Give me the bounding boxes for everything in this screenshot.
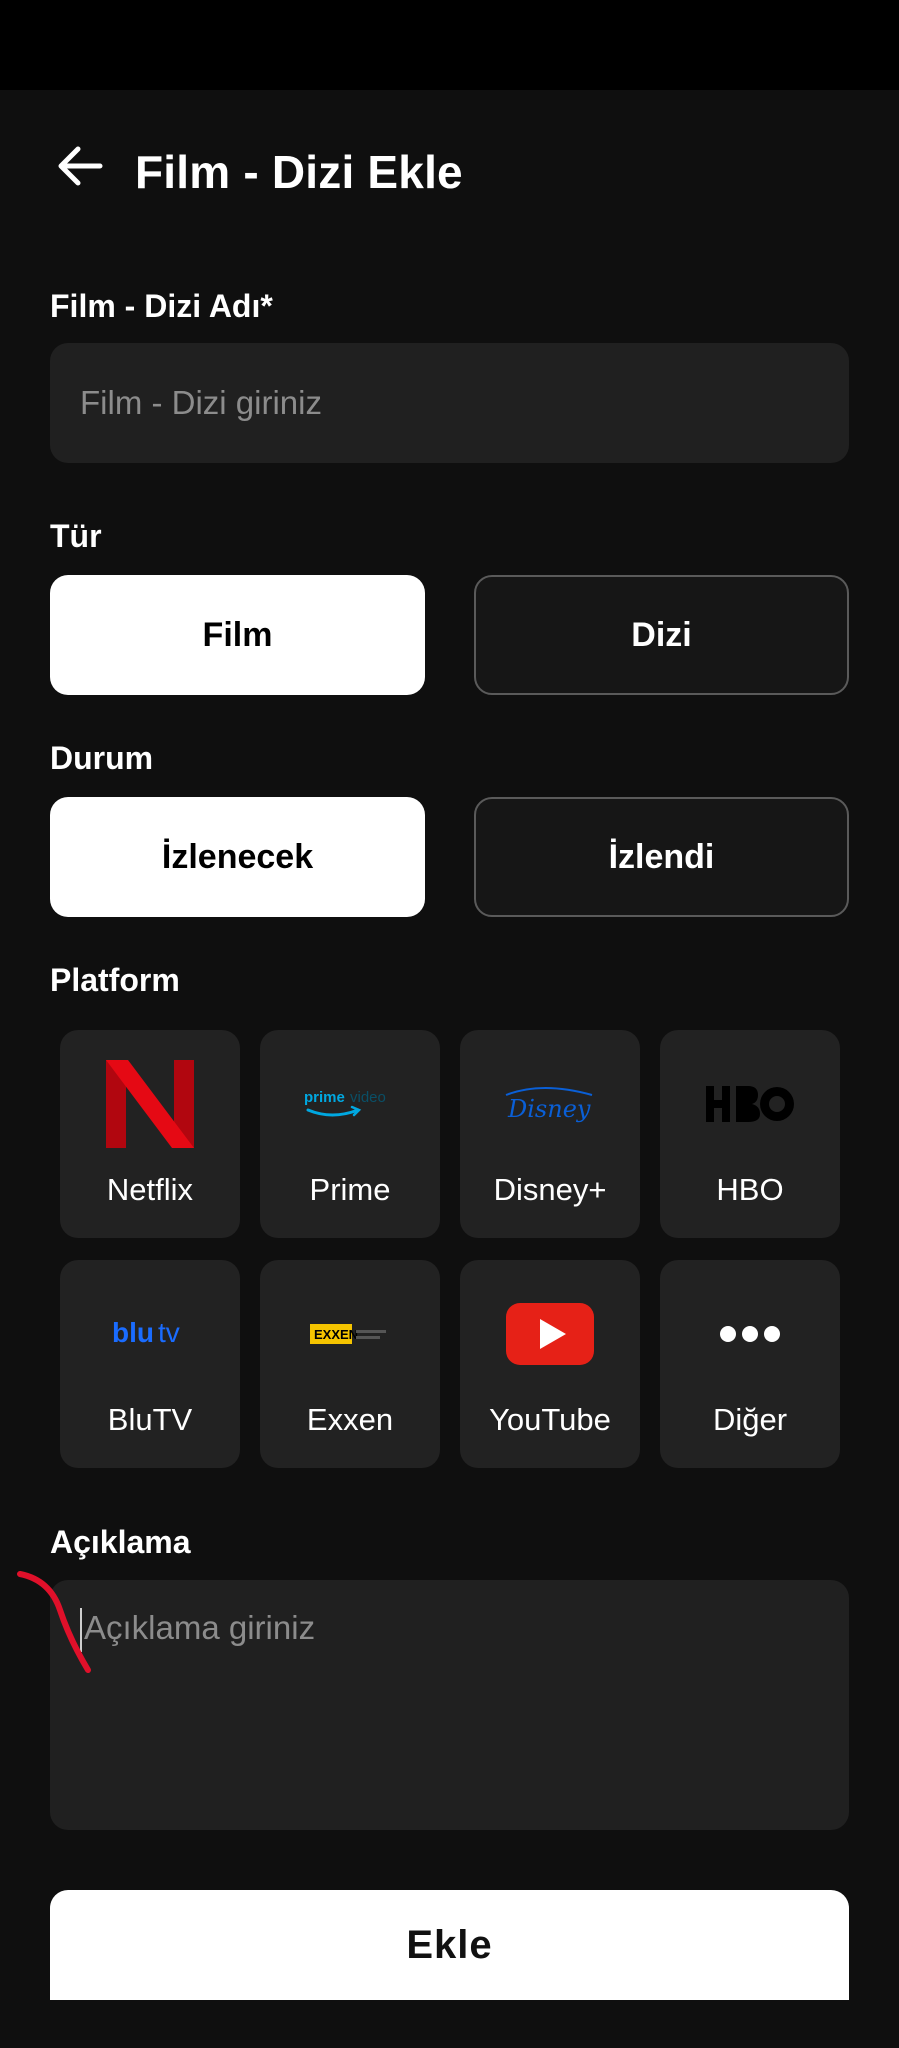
prime-video-logo: prime video bbox=[260, 1030, 440, 1178]
name-label: Film - Dizi Adı* bbox=[50, 288, 273, 324]
svg-text:Disney: Disney bbox=[507, 1095, 591, 1123]
platform-tile-youtube[interactable]: YouTube bbox=[460, 1260, 640, 1468]
svg-text:tv: tv bbox=[158, 1317, 180, 1348]
back-button[interactable] bbox=[52, 138, 108, 194]
exxen-logo: EXXEN bbox=[260, 1260, 440, 1408]
platform-label-prime: Prime bbox=[309, 1172, 391, 1207]
description-placeholder: Açıklama giriniz bbox=[84, 1609, 316, 1646]
svg-text:EXXEN: EXXEN bbox=[314, 1327, 358, 1342]
description-label: Açıklama bbox=[50, 1524, 191, 1560]
add-button[interactable]: Ekle bbox=[50, 1890, 849, 2000]
platform-tile-netflix[interactable]: Netflix bbox=[60, 1030, 240, 1238]
description-input[interactable]: Açıklama giriniz bbox=[50, 1580, 849, 1830]
platform-label-disney: Disney+ bbox=[493, 1172, 607, 1207]
youtube-logo bbox=[460, 1260, 640, 1408]
svg-text:video: video bbox=[350, 1089, 386, 1106]
platform-tile-disney[interactable]: Disney Disney+ bbox=[460, 1030, 640, 1238]
type-label: Tür bbox=[50, 518, 102, 554]
platform-tile-hbo[interactable]: HBO bbox=[660, 1030, 840, 1238]
platform-tile-blutv[interactable]: blu tv BluTV bbox=[60, 1260, 240, 1468]
type-option-film[interactable]: Film bbox=[50, 575, 425, 695]
platform-label-exxen: Exxen bbox=[306, 1402, 394, 1437]
platform-tile-exxen[interactable]: EXXEN Exxen bbox=[260, 1260, 440, 1468]
platform-label-netflix: Netflix bbox=[106, 1172, 194, 1207]
app-header: Film - Dizi Ekle bbox=[0, 90, 899, 240]
status-bar bbox=[0, 0, 899, 90]
platform-label: Platform bbox=[50, 962, 180, 998]
more-dots-icon bbox=[660, 1260, 840, 1408]
netflix-logo bbox=[60, 1030, 240, 1178]
platform-tile-other[interactable]: Diğer bbox=[660, 1260, 840, 1468]
page-title: Film - Dizi Ekle bbox=[135, 146, 463, 198]
disney-logo: Disney bbox=[460, 1030, 640, 1178]
name-input[interactable]: Film - Dizi giriniz bbox=[50, 343, 849, 463]
status-option-watched[interactable]: İzlendi bbox=[474, 797, 849, 917]
blutv-logo: blu tv bbox=[60, 1260, 240, 1408]
platform-label-other: Diğer bbox=[712, 1402, 788, 1437]
platform-tile-prime[interactable]: prime video Prime bbox=[260, 1030, 440, 1238]
status-option-to-watch[interactable]: İzlenecek bbox=[50, 797, 425, 917]
text-caret bbox=[80, 1608, 82, 1653]
svg-text:prime: prime bbox=[304, 1089, 345, 1106]
platform-label-blutv: BluTV bbox=[107, 1402, 193, 1437]
hbo-logo bbox=[660, 1030, 840, 1178]
type-option-dizi[interactable]: Dizi bbox=[474, 575, 849, 695]
platform-label-youtube: YouTube bbox=[489, 1402, 611, 1437]
svg-text:blu: blu bbox=[112, 1317, 154, 1348]
arrow-left-icon bbox=[58, 146, 103, 186]
platform-label-hbo: HBO bbox=[716, 1172, 784, 1207]
status-label: Durum bbox=[50, 740, 154, 776]
add-title-screen: Film - Dizi Ekle Film - Dizi Adı* Film -… bbox=[0, 90, 899, 2048]
